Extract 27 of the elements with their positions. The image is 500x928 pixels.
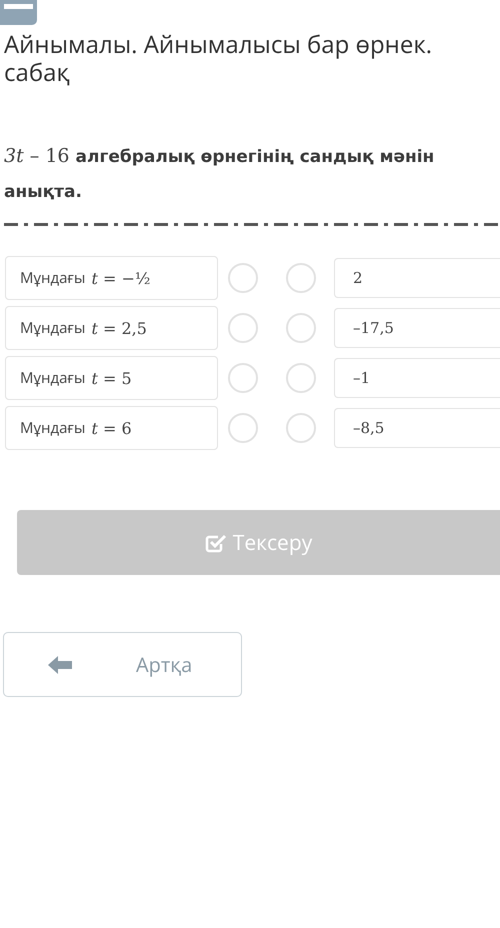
minus-icon bbox=[4, 4, 33, 10]
option-formula: t = 6 bbox=[91, 418, 132, 438]
answer-option: –8,5 bbox=[334, 408, 500, 448]
option-formula: t = 2,5 bbox=[91, 318, 147, 338]
option-label: Мұндағы bbox=[20, 418, 86, 438]
radio-button[interactable] bbox=[286, 263, 316, 293]
back-button[interactable]: Артқа bbox=[3, 632, 242, 697]
radio-button[interactable] bbox=[228, 363, 258, 393]
question-text: 3t – 16 алгебралық өрнегінің сандық мәнін анықта. bbox=[4, 144, 436, 204]
radio-button[interactable] bbox=[286, 413, 316, 443]
answer-option: 2 bbox=[334, 258, 500, 298]
option-formula: t = 5 bbox=[91, 368, 132, 388]
option-label: Мұндағы bbox=[20, 368, 86, 388]
arrow-left-icon bbox=[48, 656, 72, 674]
checkbox-icon bbox=[204, 532, 227, 552]
toggle-button[interactable] bbox=[0, 0, 37, 25]
lesson-title: Айнымалы. Айнымалысы бар өрнек. сабақ bbox=[4, 31, 434, 87]
answer-option: –1 bbox=[334, 358, 500, 398]
option-formula: t = −½ bbox=[91, 268, 150, 288]
radio-button[interactable] bbox=[228, 263, 258, 293]
radio-button[interactable] bbox=[286, 363, 316, 393]
radio-button[interactable] bbox=[286, 313, 316, 343]
radio-button[interactable] bbox=[228, 413, 258, 443]
option-label: Мұндағы bbox=[20, 268, 86, 288]
answer-option: –17,5 bbox=[334, 308, 500, 348]
option-label: Мұндағы bbox=[20, 318, 86, 338]
radio-button[interactable] bbox=[228, 313, 258, 343]
